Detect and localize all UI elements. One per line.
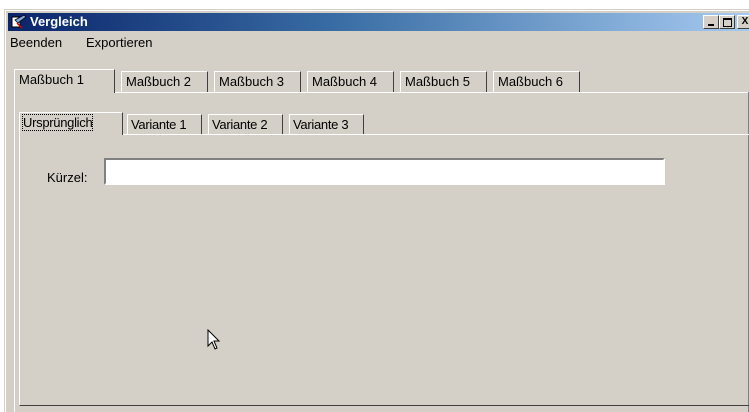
- kuerzel-label: Kürzel:: [47, 170, 88, 185]
- tab-label: Maßbuch 5: [405, 74, 471, 89]
- close-button[interactable]: X: [737, 15, 749, 29]
- tab-label: Maßbuch 3: [219, 74, 285, 89]
- mouse-pointer-icon: [207, 329, 221, 350]
- tab-variante-2[interactable]: Variante 2: [208, 114, 283, 135]
- title-bar[interactable]: Vergleich X: [8, 13, 749, 31]
- menu-exportieren[interactable]: Exportieren: [86, 35, 152, 50]
- tab-label: Variante 2: [212, 117, 268, 132]
- tab-massbuch-5[interactable]: Maßbuch 5: [400, 71, 487, 93]
- minimize-button[interactable]: [703, 15, 719, 29]
- tab-massbuch-3[interactable]: Maßbuch 3: [214, 71, 301, 93]
- tab-label: Ursprünglich: [21, 114, 94, 131]
- tab-massbuch-4[interactable]: Maßbuch 4: [307, 71, 394, 93]
- tab-label: Maßbuch 1: [19, 72, 85, 87]
- secondary-tab-strip: Ursprünglich Variante 1 Variante 2 Varia…: [19, 112, 749, 135]
- tab-massbuch-6[interactable]: Maßbuch 6: [493, 71, 580, 93]
- kuerzel-input[interactable]: [104, 158, 665, 185]
- tab-massbuch-2[interactable]: Maßbuch 2: [121, 71, 208, 93]
- tab-label: Maßbuch 6: [498, 74, 564, 89]
- tab-variante-1[interactable]: Variante 1: [127, 114, 202, 135]
- tab-massbuch-1[interactable]: Maßbuch 1: [14, 69, 115, 93]
- menu-beenden[interactable]: Beenden: [10, 35, 62, 50]
- menu-bar: Beenden Exportieren: [8, 33, 749, 53]
- maximize-button[interactable]: [719, 15, 735, 29]
- app-icon: [11, 14, 27, 30]
- tab-label: Variante 1: [131, 117, 187, 132]
- primary-tab-strip: Maßbuch 1 Maßbuch 2 Maßbuch 3 Maßbuch 4 …: [14, 69, 749, 93]
- tab-variante-3[interactable]: Variante 3: [289, 114, 364, 135]
- tab-label: Maßbuch 2: [126, 74, 192, 89]
- tab-label: Maßbuch 4: [312, 74, 378, 89]
- window-title: Vergleich: [30, 14, 88, 29]
- tab-urspruenglich[interactable]: Ursprünglich: [19, 112, 123, 135]
- tab-label: Variante 3: [293, 117, 349, 132]
